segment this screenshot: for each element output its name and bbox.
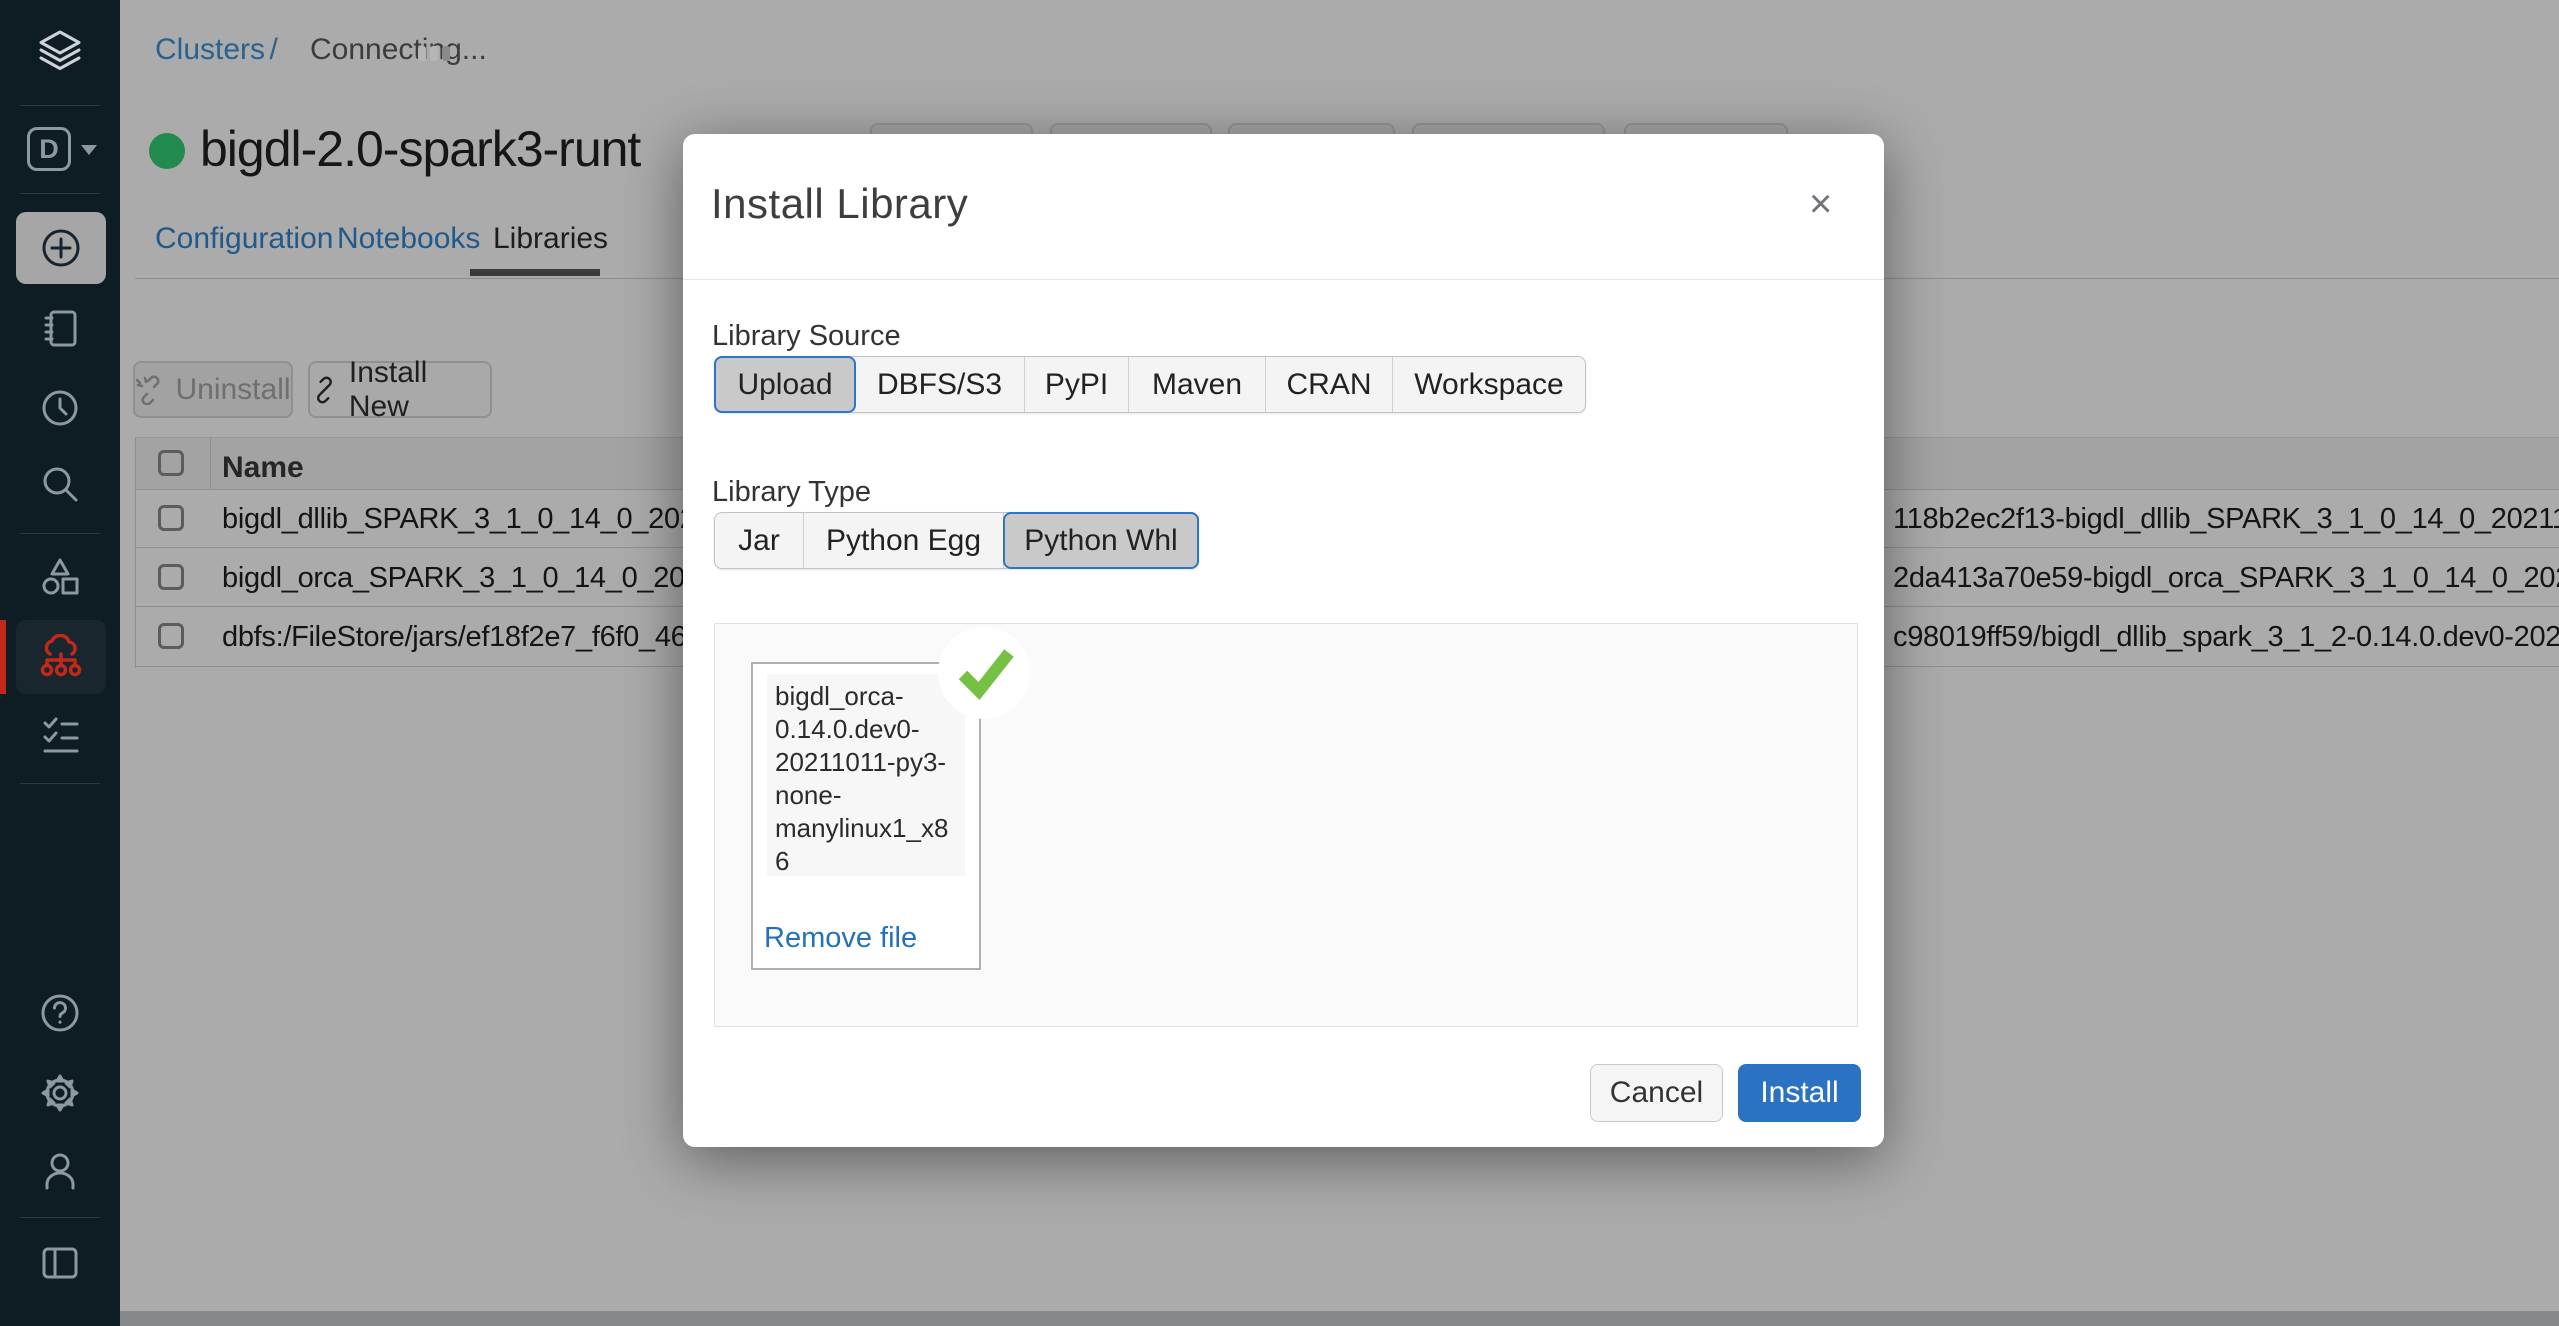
uninstall-label: Uninstall xyxy=(175,373,290,407)
modal-title: Install Library xyxy=(711,180,968,228)
tab-configuration[interactable]: Configuration xyxy=(155,222,333,256)
sidebar-item-workspace[interactable] xyxy=(0,308,120,348)
table-row-name-continued: 2da413a70e59-bigdl_orca_SPARK_3_1_0_14_0… xyxy=(1893,562,2559,596)
sidebar-divider xyxy=(20,193,100,194)
sidebar-divider xyxy=(20,105,100,106)
column-header-name: Name xyxy=(222,451,304,485)
panel-collapse-icon xyxy=(40,1245,80,1281)
remove-file-link[interactable]: Remove file xyxy=(764,922,917,955)
table-row-name: dbfs:/FileStore/jars/ef18f2e7_f6f0_46f3 xyxy=(222,621,683,655)
source-dbfs-s3-button[interactable]: DBFS/S3 xyxy=(855,357,1025,412)
sidebar-item-compute[interactable] xyxy=(16,620,106,694)
source-maven-button[interactable]: Maven xyxy=(1129,357,1266,412)
sidebar-item-settings[interactable] xyxy=(0,1072,120,1114)
breadcrumb-clusters-link[interactable]: Clusters xyxy=(155,33,265,66)
active-tab-underline xyxy=(470,269,600,276)
breadcrumb: Clusters / xyxy=(155,33,278,67)
library-type-label: Library Type xyxy=(712,476,871,509)
chevron-down-icon xyxy=(81,145,97,155)
sidebar: D xyxy=(0,0,120,1326)
cancel-button[interactable]: Cancel xyxy=(1590,1064,1723,1122)
table-row-name-continued: c98019ff59/bigdl_dllib_spark_3_1_2-0.14.… xyxy=(1893,621,2559,655)
install-button[interactable]: Install xyxy=(1738,1064,1861,1122)
type-python-whl-button[interactable]: Python Whl xyxy=(1003,512,1199,569)
collapse-sidebar-button[interactable] xyxy=(0,1245,120,1281)
gear-icon xyxy=(39,1072,81,1114)
source-workspace-button[interactable]: Workspace xyxy=(1393,357,1585,412)
row-checkbox[interactable] xyxy=(158,623,184,649)
uninstall-button[interactable]: Uninstall xyxy=(133,361,293,418)
compute-cluster-icon xyxy=(35,634,87,680)
uploaded-file-name: bigdl_orca-0.14.0.dev0-20211011-py3-none… xyxy=(767,674,965,876)
table-row-name-continued: 118b2ec2f13-bigdl_dllib_SPARK_3_1_0_14_0… xyxy=(1893,503,2559,537)
breadcrumb-separator: / xyxy=(269,33,277,66)
table-row-name: bigdl_orca_SPARK_3_1_0_14_0_20211 xyxy=(222,562,683,596)
page-title: bigdl-2.0-spark3-runt xyxy=(200,120,686,182)
create-button[interactable] xyxy=(16,212,106,284)
sidebar-divider xyxy=(20,533,100,534)
horizontal-scrollbar[interactable] xyxy=(120,1311,2559,1326)
active-indicator xyxy=(0,620,6,694)
type-python-egg-button[interactable]: Python Egg xyxy=(804,513,1004,568)
data-shapes-icon xyxy=(39,556,81,598)
broken-link-icon xyxy=(135,375,165,405)
sidebar-divider xyxy=(20,783,100,784)
clock-icon xyxy=(40,388,80,428)
tab-libraries[interactable]: Libraries xyxy=(493,222,608,256)
workspace-letter: D xyxy=(27,127,71,171)
link-icon xyxy=(310,375,339,405)
sidebar-item-help[interactable] xyxy=(0,992,120,1034)
sidebar-item-search[interactable] xyxy=(0,464,120,504)
select-all-checkbox[interactable] xyxy=(158,450,184,476)
plus-circle-icon xyxy=(39,226,83,270)
install-library-modal: Install Library × Library Source Upload … xyxy=(683,134,1884,1147)
person-icon xyxy=(39,1150,81,1192)
close-icon[interactable]: × xyxy=(1809,184,1832,224)
library-source-group: Upload DBFS/S3 PyPI Maven CRAN Workspace xyxy=(714,356,1586,413)
source-pypi-button[interactable]: PyPI xyxy=(1025,357,1129,412)
checklist-icon xyxy=(39,714,81,756)
row-checkbox[interactable] xyxy=(158,505,184,531)
row-checkbox[interactable] xyxy=(158,564,184,590)
table-row-name: bigdl_dllib_SPARK_3_1_0_14_0_20211 xyxy=(222,503,683,537)
type-jar-button[interactable]: Jar xyxy=(715,513,804,568)
library-type-group: Jar Python Egg Python Whl xyxy=(714,512,1199,569)
upload-success-check-icon xyxy=(937,626,1031,720)
databricks-logo-icon[interactable] xyxy=(0,28,120,76)
sidebar-item-account[interactable] xyxy=(0,1150,120,1192)
tab-notebooks[interactable]: Notebooks xyxy=(337,222,480,256)
source-cran-button[interactable]: CRAN xyxy=(1266,357,1393,412)
sidebar-item-recents[interactable] xyxy=(0,388,120,428)
sidebar-item-data[interactable] xyxy=(0,556,120,598)
file-drop-zone[interactable]: bigdl_orca-0.14.0.dev0-20211011-py3-none… xyxy=(714,623,1858,1027)
install-new-label: Install New xyxy=(349,356,490,424)
table-left-border xyxy=(135,437,136,668)
cluster-status-dot xyxy=(149,133,185,169)
table-column-divider xyxy=(210,437,211,490)
modal-header-divider xyxy=(683,279,1884,280)
loading-bars-icon xyxy=(418,46,454,66)
help-icon xyxy=(39,992,81,1034)
source-upload-button[interactable]: Upload xyxy=(714,356,856,413)
sidebar-item-jobs[interactable] xyxy=(0,714,120,756)
search-icon xyxy=(40,464,80,504)
notebook-icon xyxy=(40,308,80,348)
library-source-label: Library Source xyxy=(712,320,901,353)
databricks-clusters-page: { "sidebar": { "switcher_letter": "D", "… xyxy=(0,0,2559,1326)
connecting-status: Connecting... xyxy=(310,33,487,67)
sidebar-divider xyxy=(20,1217,100,1218)
install-new-button[interactable]: Install New xyxy=(308,361,492,418)
workspace-switcher[interactable]: D xyxy=(27,127,97,173)
